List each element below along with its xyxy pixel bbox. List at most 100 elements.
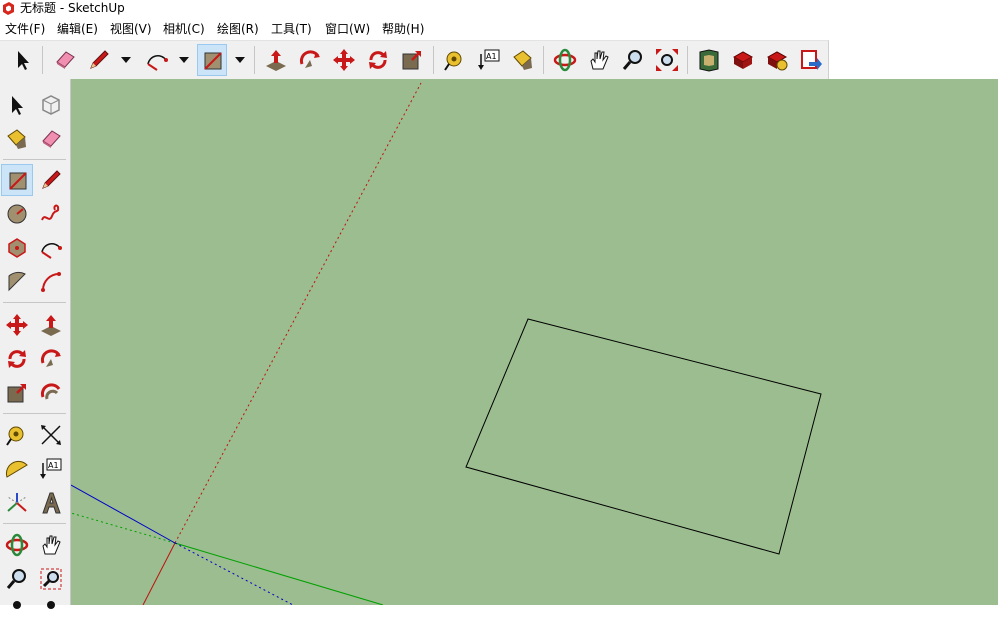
green-axis-positive (174, 542, 384, 605)
extension-warehouse-button[interactable] (762, 44, 792, 76)
window-title: 无标题 - SketchUp (20, 1, 125, 15)
rectangle-shape[interactable] (465, 318, 822, 555)
sidebar-push-pull-button[interactable] (35, 309, 67, 341)
follow-me-icon (299, 50, 320, 68)
modeling-viewport[interactable] (71, 79, 998, 605)
sidebar-freehand-button[interactable] (35, 198, 67, 230)
menu-help[interactable]: 帮助(H) (382, 22, 424, 36)
sidebar-paint-bucket-button[interactable] (1, 123, 33, 155)
rectangle-icon (204, 52, 222, 70)
orbit-tool-button[interactable] (550, 44, 580, 76)
red-axis-negative (174, 82, 422, 544)
pencil-icon (90, 50, 109, 69)
3d-text-icon (42, 492, 61, 514)
menu-edit[interactable]: 编辑(E) (57, 22, 98, 36)
rectangle-tool-button[interactable] (197, 44, 227, 76)
look-around-icon (47, 601, 55, 609)
sidebar-circle-button[interactable] (1, 198, 33, 230)
sidebar-protractor-button[interactable] (1, 453, 33, 485)
scale-icon (402, 51, 421, 70)
text-icon: A1 (40, 458, 62, 479)
tape-measure-icon (444, 51, 462, 71)
warehouse-icon (699, 49, 719, 72)
share-model-button[interactable] (728, 44, 758, 76)
follow-me-icon (40, 349, 61, 367)
arc-tool-button[interactable] (142, 44, 172, 76)
text-tool-button[interactable]: A1 (474, 44, 504, 76)
sidebar-pie-button[interactable] (1, 266, 33, 298)
sidebar-scale-button[interactable] (1, 377, 33, 409)
sidebar-zoom-window-button[interactable] (35, 563, 67, 595)
zoom-icon (622, 50, 642, 70)
menu-tools[interactable]: 工具(T) (271, 22, 312, 36)
chevron-down-icon (235, 57, 245, 63)
send-to-layout-button[interactable] (796, 44, 826, 76)
push-pull-tool-button[interactable] (261, 44, 291, 76)
sidebar-arc-button[interactable] (35, 232, 67, 264)
menu-window[interactable]: 窗口(W) (325, 22, 370, 36)
sidebar-select-button[interactable] (1, 89, 33, 121)
sidebar-polygon-button[interactable] (1, 232, 33, 264)
sidebar-tape-measure-button[interactable] (1, 419, 33, 451)
sidebar-3d-text-button[interactable] (35, 487, 67, 519)
sidebar-move-button[interactable] (1, 309, 33, 341)
pencil-dropdown-button[interactable] (120, 44, 132, 76)
circle-icon (7, 204, 27, 224)
paint-bucket-tool-button[interactable] (508, 44, 538, 76)
viewport-canvas[interactable] (71, 79, 998, 605)
sidebar-separator (3, 523, 66, 524)
menu-view[interactable]: 视图(V) (110, 22, 152, 36)
arc-dropdown-button[interactable] (178, 44, 190, 76)
arc-icon (41, 243, 62, 259)
select-tool-button[interactable] (8, 44, 38, 76)
toolbar-separator (254, 46, 255, 74)
zoom-extents-tool-button[interactable] (652, 44, 682, 76)
zoom-tool-button[interactable] (618, 44, 648, 76)
large-toolset-toolbar: A1 (0, 40, 829, 80)
pan-tool-button[interactable] (584, 44, 614, 76)
pan-icon (590, 50, 609, 70)
follow-me-tool-button[interactable] (295, 44, 325, 76)
sidebar-text-button[interactable]: A1 (35, 453, 67, 485)
tape-measure-tool-button[interactable] (440, 44, 470, 76)
orbit-icon (5, 533, 29, 557)
eraser-icon (56, 51, 75, 69)
rectangle-dropdown-button[interactable] (234, 44, 246, 76)
sidebar-more-tool-button[interactable] (1, 595, 33, 627)
eraser-tool-button[interactable] (50, 44, 80, 76)
rotate-tool-button[interactable] (363, 44, 393, 76)
sidebar-dimension-button[interactable] (35, 419, 67, 451)
offset-icon (40, 383, 61, 400)
sidebar-follow-me-button[interactable] (35, 343, 67, 375)
freehand-icon (41, 204, 60, 221)
sidebar-more-tool-button[interactable] (35, 595, 67, 627)
sidebar-zoom-button[interactable] (1, 563, 33, 595)
blue-axis-positive (71, 484, 176, 544)
toolbar-separator (543, 46, 544, 74)
sidebar-component-button[interactable] (35, 89, 67, 121)
rotate-icon (369, 51, 387, 69)
sidebar-pan-button[interactable] (35, 529, 67, 561)
scale-icon (7, 384, 26, 403)
sidebar-two-point-arc-button[interactable] (35, 266, 67, 298)
move-tool-button[interactable] (329, 44, 359, 76)
sidebar-eraser-button[interactable] (35, 123, 67, 155)
zoom-extents-icon (656, 49, 678, 71)
share-model-icon (732, 51, 754, 69)
pencil-tool-button[interactable] (84, 44, 114, 76)
sidebar-pencil-button[interactable] (35, 164, 67, 196)
dimension-icon (41, 425, 61, 445)
sidebar-offset-button[interactable] (35, 377, 67, 409)
sidebar-orbit-button[interactable] (1, 529, 33, 561)
extension-warehouse-icon (766, 51, 788, 71)
sidebar-axes-button[interactable] (1, 487, 33, 519)
3d-warehouse-button[interactable] (694, 44, 724, 76)
scale-tool-button[interactable] (397, 44, 427, 76)
menu-camera[interactable]: 相机(C) (163, 22, 205, 36)
sidebar-rectangle-button[interactable] (1, 164, 33, 196)
arc-icon (147, 55, 168, 71)
walk-icon (13, 601, 21, 609)
menu-draw[interactable]: 绘图(R) (217, 22, 259, 36)
menu-file[interactable]: 文件(F) (5, 22, 45, 36)
sidebar-rotate-button[interactable] (1, 343, 33, 375)
